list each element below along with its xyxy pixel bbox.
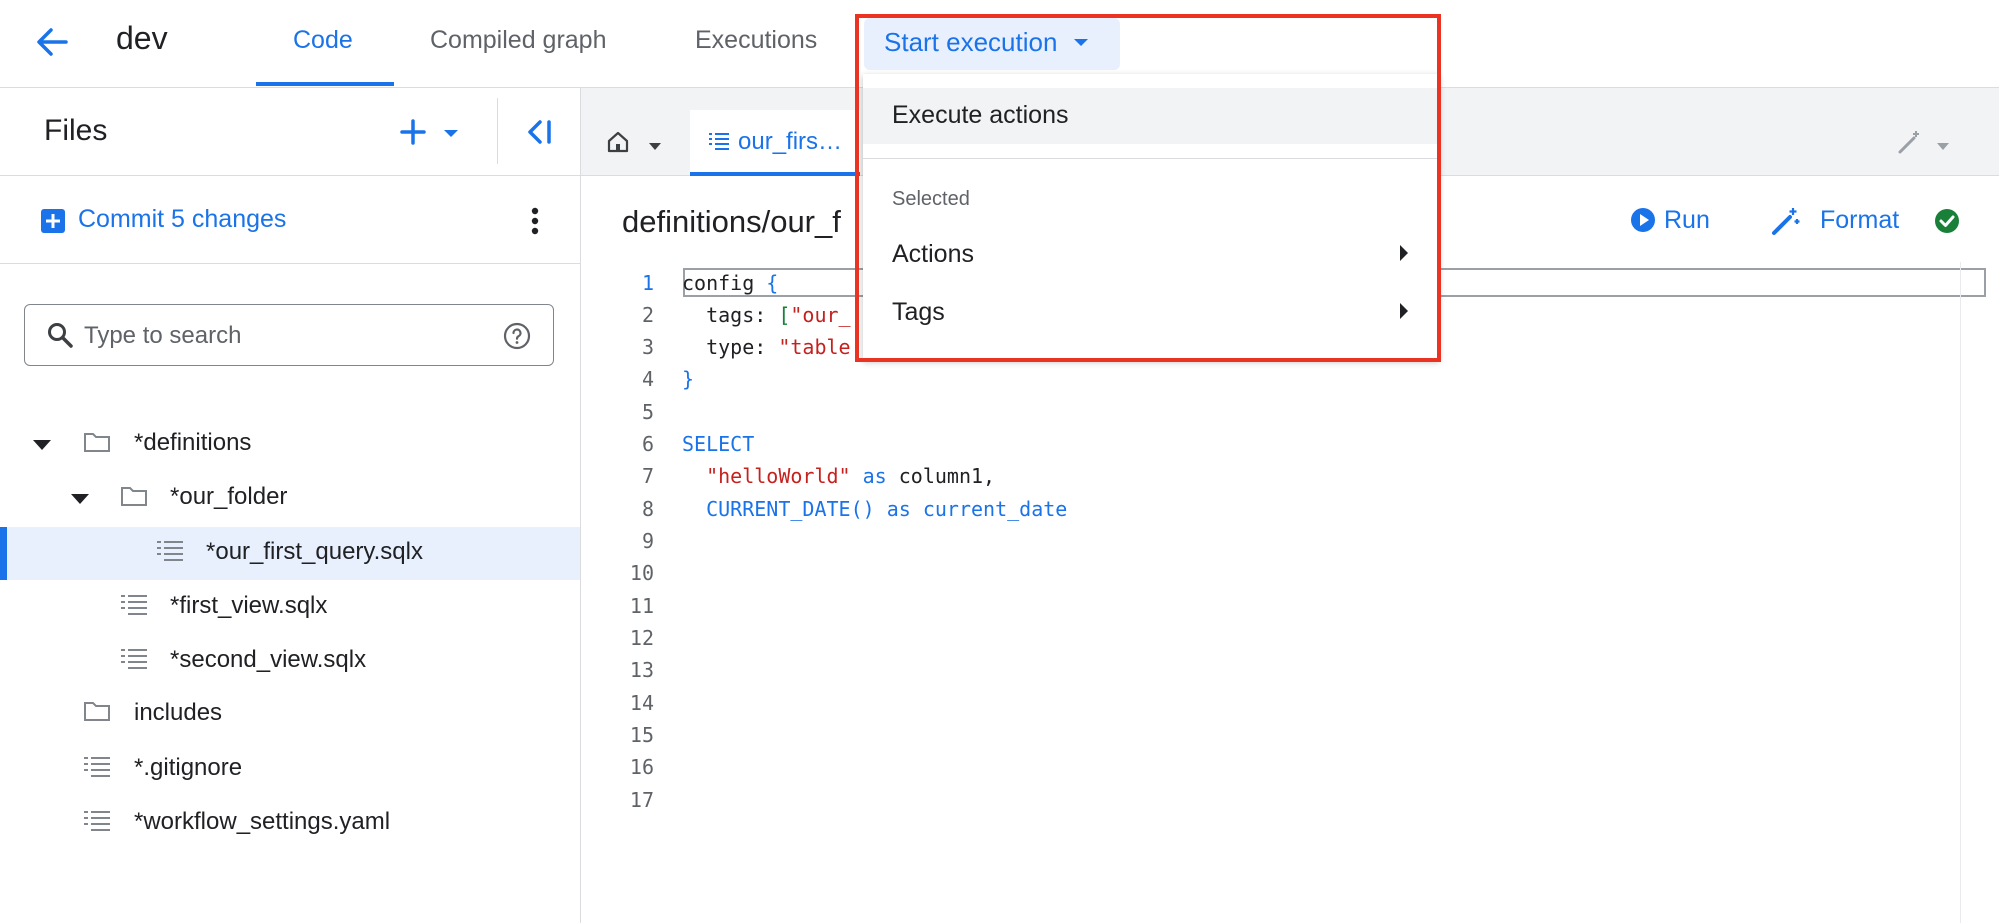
collapse-sidebar-icon[interactable] [524,117,554,147]
folder-icon [120,485,148,507]
tree-item-our-first-query[interactable]: *our_first_query.sqlx [206,538,423,566]
sidebar-divider [0,175,580,176]
code-line: type: "table [682,335,851,359]
commit-changes-button[interactable]: Commit 5 changes [78,205,286,234]
code-token: "table [778,335,851,359]
line-number: 8 [641,497,654,521]
file-list-icon [83,755,111,777]
code-token: "our_ [790,303,851,327]
line-number: 5 [641,400,654,424]
line-number: 4 [641,367,654,391]
code-token: type: [682,335,779,359]
code-line: config { [682,271,778,295]
line-number: 14 [629,691,654,715]
files-title: Files [44,114,108,147]
editor-scrollbar[interactable] [1960,262,1961,923]
tree-item-gitignore[interactable]: *.gitignore [134,754,242,782]
active-file-tab-indicator [690,172,860,176]
sidebar-divider [0,263,580,264]
add-box-icon [40,208,66,234]
expand-arrow-icon[interactable] [32,438,52,450]
code-line: SELECT [682,432,755,456]
line-number: 12 [629,626,654,650]
more-vert-icon[interactable] [524,205,546,237]
line-number: 3 [641,335,654,359]
file-list-icon [83,809,111,831]
toolbar-divider [497,98,498,164]
editor-file-tab-label: our_firs… [738,128,843,155]
folder-icon [83,431,111,453]
code-line: tags: ["our_ [682,303,851,327]
code-token: { [766,271,779,295]
help-icon[interactable] [503,322,531,350]
file-list-icon [120,593,148,615]
file-list-icon [708,132,730,150]
line-number: 6 [641,432,654,456]
chevron-down-icon[interactable] [648,138,662,150]
line-number: 10 [629,561,654,585]
tree-item-workflow-settings[interactable]: *workflow_settings.yaml [134,808,390,836]
format-button[interactable]: Format [1820,206,1899,235]
tab-executions[interactable]: Executions [695,26,817,55]
tree-item-our-folder[interactable]: *our_folder [170,483,287,511]
code-token: [ [778,303,791,327]
folder-icon [83,700,111,722]
tree-item-first-view[interactable]: *first_view.sqlx [170,592,327,620]
add-file-menu-icon[interactable] [443,126,459,137]
search-placeholder: Type to search [84,322,242,349]
chevron-down-icon[interactable] [1936,138,1950,150]
line-number: 13 [629,658,654,682]
arrow-back-icon[interactable] [34,22,70,62]
code-token: config [682,271,767,295]
add-file-icon[interactable] [398,117,428,147]
magic-edit-icon[interactable] [1896,128,1924,156]
line-number: 15 [629,723,654,747]
tree-item-definitions[interactable]: *definitions [134,429,251,457]
line-number: 1 [641,271,654,295]
home-icon[interactable] [606,130,630,154]
expand-arrow-icon[interactable] [70,492,90,504]
magic-wand-icon [1770,205,1802,237]
code-line: } [682,367,695,391]
tree-item-second-view[interactable]: *second_view.sqlx [170,646,366,674]
annotation-highlight-box [855,14,1441,362]
tab-code[interactable]: Code [293,26,353,55]
line-number: 2 [641,303,654,327]
code-token: "helloWorld" [706,464,851,488]
search-icon [46,321,74,349]
code-token: column1, [898,464,996,488]
tree-item-includes[interactable]: includes [134,699,222,727]
line-number: 7 [641,464,654,488]
file-list-icon [156,539,184,561]
tab-compiled-graph[interactable]: Compiled graph [430,26,607,55]
play-circle-icon [1630,207,1656,233]
tree-selected-indicator [0,527,7,580]
run-button[interactable]: Run [1664,206,1710,235]
check-circle-icon [1934,208,1960,234]
editor-file-path: definitions/our_f [622,204,841,239]
file-list-icon [120,647,148,669]
code-token: as [850,464,899,488]
code-line: "helloWorld" as column1, [682,464,995,488]
code-token: tags: [682,303,779,327]
active-tab-indicator [256,82,394,86]
line-number: 9 [641,529,654,553]
line-number: 17 [629,788,654,812]
line-number: 16 [629,755,654,779]
workspace-title: dev [116,20,168,56]
code-line: CURRENT_DATE() as current_date [682,497,1068,521]
line-number: 11 [629,594,654,618]
